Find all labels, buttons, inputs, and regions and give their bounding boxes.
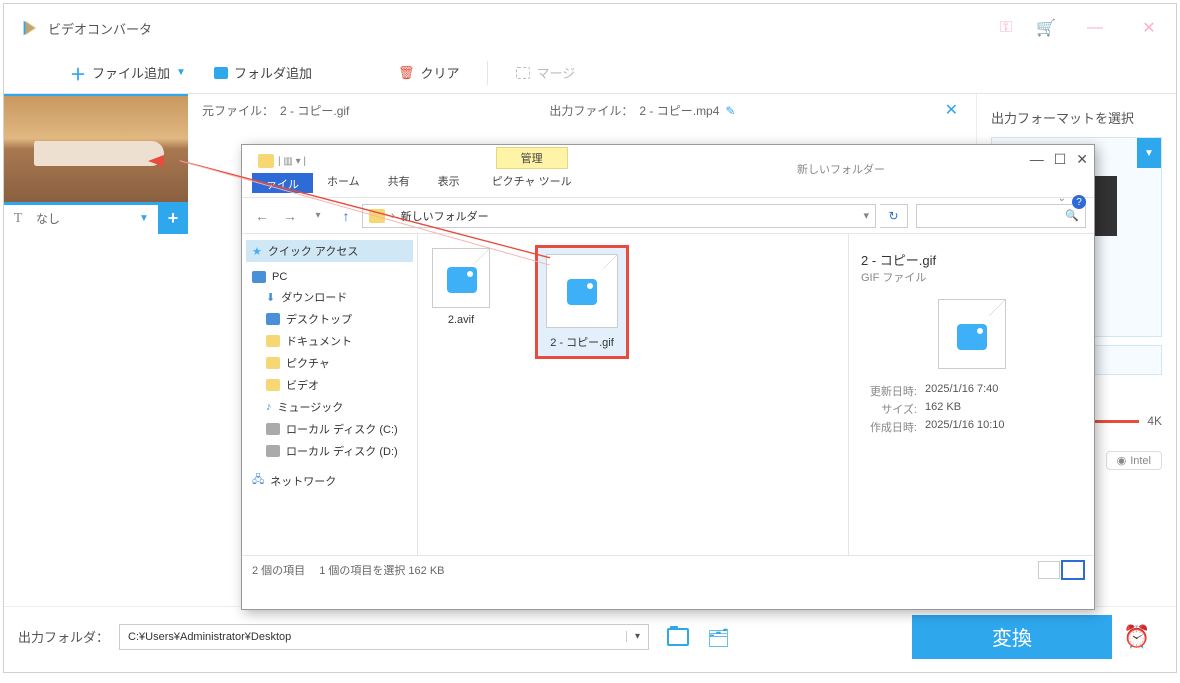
ribbon-collapse-icon[interactable]: ⌄ — [1058, 193, 1066, 204]
browse-folder-button[interactable] — [667, 628, 689, 646]
download-icon: ⬇ — [266, 291, 275, 304]
cart-icon[interactable]: 🛒 — [1036, 18, 1056, 38]
details-filetype: GIF ファイル — [861, 269, 1082, 285]
sidebar-item-network[interactable]: 🖧ネットワーク — [246, 468, 413, 493]
status-bar: 2 個の項目 1 個の項目を選択 162 KB — [242, 555, 1094, 583]
tab-share[interactable]: 共有 — [374, 169, 424, 193]
main-toolbar: ＋ ファイル追加 ▼ フォルダ追加 🗑 クリア マージ — [4, 52, 1176, 94]
dialog-title: 新しいフォルダー — [797, 161, 885, 177]
title-bar: ビデオコンバータ ⚿ 🛒 — ✕ — [4, 4, 1176, 52]
search-input[interactable]: 🔍 — [916, 204, 1086, 228]
subtitle-label: なし — [32, 210, 130, 227]
trash-icon: 🗑 — [398, 65, 415, 81]
details-thumbnail — [938, 299, 1006, 369]
sidebar-item-videos[interactable]: ビデオ — [246, 374, 413, 396]
help-icon[interactable]: ? — [1072, 195, 1086, 209]
chevron-down-icon[interactable]: ▾ — [626, 631, 640, 642]
hw-accel-button[interactable]: ◉ Intel — [1106, 451, 1162, 470]
tab-view[interactable]: 表示 — [424, 169, 474, 193]
view-icons-button[interactable] — [1062, 561, 1084, 579]
nav-back-button[interactable]: ← — [250, 208, 274, 224]
output-folder-label: 出力フォルダ： — [18, 627, 109, 646]
format-dropdown-icon[interactable]: ▼ — [1137, 138, 1161, 168]
minimize-button[interactable]: — — [1080, 19, 1110, 37]
edit-output-icon[interactable]: ✎ — [725, 104, 735, 118]
merge-button: マージ — [506, 59, 585, 86]
sidebar-item-pictures[interactable]: ピクチャ — [246, 352, 413, 374]
image-file-icon — [432, 248, 490, 308]
folder-icon — [369, 209, 385, 223]
disk-icon — [266, 445, 280, 457]
video-icon — [266, 379, 280, 391]
source-file-label: 元ファイル： 2 - コピー.gif — [202, 102, 349, 119]
nav-history-button[interactable]: ▾ — [306, 210, 330, 221]
tab-picture-tools[interactable]: ピクチャ ツール — [484, 169, 580, 193]
view-details-button[interactable] — [1038, 561, 1060, 579]
app-title: ビデオコンバータ — [48, 19, 1000, 38]
sidebar-item-pc[interactable]: PC — [246, 268, 413, 286]
add-folder-button[interactable]: フォルダ追加 — [204, 59, 322, 86]
intel-icon: ◉ — [1117, 454, 1127, 467]
nav-forward-button: → — [278, 208, 302, 224]
sidebar-item-disk-c[interactable]: ローカル ディスク (C:) — [246, 418, 413, 440]
file-open-dialog: | ▥ ▾ | 新しいフォルダー — ☐ ✕ ァイル ホーム 共有 表示 管理 … — [241, 144, 1095, 610]
file-item[interactable]: T なし ▼ + — [4, 94, 188, 606]
quick-access-toolbar: | ▥ ▾ | — [250, 149, 360, 173]
convert-button[interactable]: 変換 — [912, 615, 1112, 659]
file-item[interactable]: 2.avif — [432, 248, 490, 326]
address-bar[interactable]: › 新しいフォルダー ▾ — [362, 204, 876, 228]
tab-file[interactable]: ァイル — [252, 173, 313, 193]
desktop-icon — [266, 313, 280, 325]
tab-manage[interactable]: 管理 — [496, 147, 568, 169]
star-icon: ★ — [252, 245, 262, 258]
remove-item-button[interactable]: ✕ — [945, 100, 958, 120]
add-file-button[interactable]: ＋ ファイル追加 ▼ — [60, 57, 196, 89]
dialog-maximize[interactable]: ☐ — [1054, 151, 1067, 168]
nav-up-button[interactable]: ↑ — [334, 208, 358, 224]
picture-icon — [266, 357, 280, 369]
schedule-button[interactable]: ⏰ — [1112, 624, 1162, 650]
disk-icon — [266, 423, 280, 435]
video-thumbnail[interactable] — [4, 94, 188, 202]
network-icon: 🖧 — [252, 471, 264, 490]
sidebar-item-quickaccess[interactable]: ★クイック アクセス — [246, 240, 413, 262]
subtitle-add-button[interactable]: + — [158, 204, 188, 234]
format-title: 出力フォーマットを選択 — [991, 108, 1162, 127]
key-icon[interactable]: ⚿ — [1000, 19, 1012, 37]
chevron-down-icon[interactable]: ▼ — [176, 67, 186, 78]
search-icon: 🔍 — [1065, 209, 1079, 222]
sidebar-item-disk-d[interactable]: ローカル ディスク (D:) — [246, 440, 413, 462]
dialog-minimize[interactable]: — — [1030, 151, 1044, 168]
output-file-label: 出力ファイル： 2 - コピー.mp4 ✎ — [549, 102, 735, 119]
sidebar-item-desktop[interactable]: デスクトップ — [246, 308, 413, 330]
separator — [487, 61, 488, 85]
file-item-selected[interactable]: 2 - コピー.gif — [538, 248, 626, 356]
output-path-input[interactable]: C:¥Users¥Administrator¥Desktop ▾ — [119, 624, 649, 650]
subtitle-icon: T — [4, 204, 32, 234]
app-logo-icon — [20, 19, 38, 37]
bottom-bar: 出力フォルダ： C:¥Users¥Administrator¥Desktop ▾… — [4, 606, 1176, 666]
folder-icon — [214, 67, 228, 79]
navigation-tree: ★クイック アクセス PC ⬇ダウンロード デスクトップ ドキュメント ピクチャ… — [242, 234, 418, 555]
plus-icon: ＋ — [70, 61, 86, 85]
dialog-close[interactable]: ✕ — [1076, 151, 1088, 168]
sidebar-item-documents[interactable]: ドキュメント — [246, 330, 413, 352]
details-pane: 2 - コピー.gif GIF ファイル 更新日時:2025/1/16 7:40… — [848, 234, 1094, 555]
merge-icon — [516, 67, 530, 79]
image-file-icon — [546, 254, 618, 328]
open-folder-button[interactable]: 🗂 — [707, 628, 729, 646]
pc-icon — [252, 271, 266, 283]
clear-button[interactable]: 🗑 クリア — [388, 59, 470, 86]
document-icon — [266, 335, 280, 347]
folder-icon — [258, 154, 274, 168]
sidebar-item-music[interactable]: ♪ミュージック — [246, 396, 413, 418]
close-button[interactable]: ✕ — [1134, 18, 1164, 38]
sidebar-item-downloads[interactable]: ⬇ダウンロード — [246, 286, 413, 308]
music-icon: ♪ — [266, 401, 272, 413]
refresh-button[interactable]: ↻ — [880, 204, 908, 228]
file-list: 2.avif 2 - コピー.gif — [418, 234, 848, 555]
details-filename: 2 - コピー.gif — [861, 250, 1082, 269]
subtitle-dropdown[interactable]: ▼ — [130, 213, 158, 224]
